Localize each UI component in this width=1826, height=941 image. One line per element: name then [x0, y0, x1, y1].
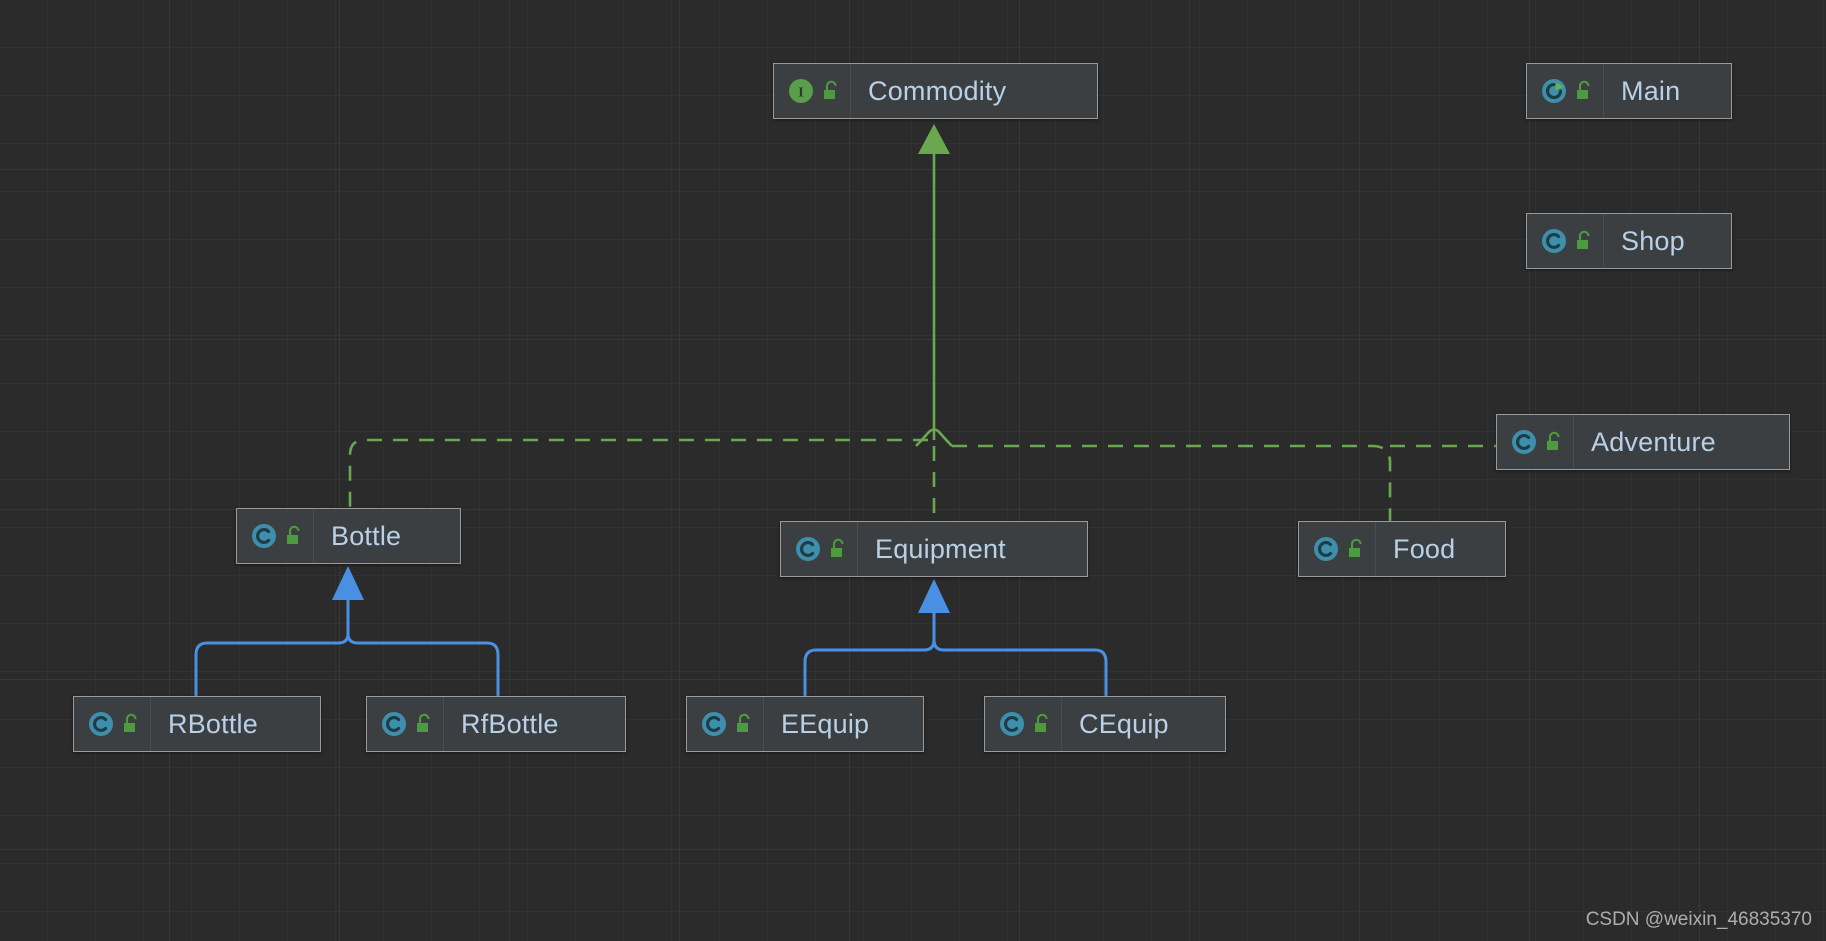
- node-icon-group: [237, 509, 314, 563]
- generalization-branch-rbottle: [194, 633, 350, 696]
- class-icon: [1512, 430, 1536, 454]
- class-icon: [1542, 229, 1566, 253]
- uml-node-label: RfBottle: [461, 708, 559, 739]
- edge-layer: [194, 124, 1496, 696]
- realization-bus-left: [348, 438, 928, 508]
- class-icon: [1000, 712, 1024, 736]
- uml-node-equipment[interactable]: Equipment: [780, 521, 1088, 577]
- class-icon: [382, 712, 406, 736]
- unlocked-padlock-icon: [737, 713, 750, 732]
- uml-node-adventure[interactable]: Adventure: [1496, 414, 1790, 470]
- node-icon-group: [1497, 415, 1574, 469]
- class-icon: [702, 712, 726, 736]
- unlocked-padlock-icon: [417, 713, 430, 732]
- uml-node-label: Shop: [1621, 225, 1685, 256]
- uml-node-rbottle[interactable]: RBottle: [73, 696, 321, 752]
- unlocked-padlock-icon: [287, 525, 300, 544]
- uml-node-label: Main: [1621, 75, 1681, 106]
- realization-arrowhead: [918, 124, 950, 154]
- uml-node-commodity[interactable]: I Commodity: [773, 63, 1098, 119]
- uml-node-rfbottle[interactable]: RfBottle: [366, 696, 626, 752]
- unlocked-padlock-icon: [1349, 538, 1362, 557]
- class-icon: [796, 537, 820, 561]
- node-icon-group: I: [774, 64, 851, 118]
- realization-bus-bridge: [915, 428, 953, 447]
- uml-node-food[interactable]: Food: [1298, 521, 1506, 577]
- class-icon: [252, 524, 276, 548]
- uml-node-shop[interactable]: Shop: [1526, 213, 1732, 269]
- generalization-branch-eequip: [803, 639, 936, 696]
- generalization-branch-cequip: [932, 639, 1108, 696]
- generalization-arrowhead-bottle: [332, 566, 364, 600]
- interface-icon: I: [789, 79, 813, 103]
- class-icon: [89, 712, 113, 736]
- uml-diagram-canvas[interactable]: I Commodity Main Shop Adventure Bottle E…: [0, 0, 1826, 941]
- uml-node-label: Commodity: [868, 75, 1007, 106]
- unlocked-padlock-icon: [1577, 80, 1590, 99]
- node-icon-group: [367, 697, 444, 751]
- uml-node-label: Equipment: [875, 533, 1006, 564]
- unlocked-padlock-icon: [831, 538, 844, 557]
- class-icon: [1314, 537, 1338, 561]
- generalization-branch-rfbottle: [346, 633, 500, 696]
- uml-node-label: Bottle: [331, 520, 402, 551]
- node-icon-group: [1527, 64, 1604, 118]
- uml-node-eequip[interactable]: EEquip: [686, 696, 924, 752]
- unlocked-padlock-icon: [1577, 230, 1590, 249]
- unlocked-padlock-icon: [824, 80, 837, 99]
- generalization-arrowhead-equipment: [918, 579, 950, 613]
- uml-node-label: CEquip: [1079, 708, 1169, 739]
- uml-node-label: EEquip: [781, 708, 870, 739]
- node-icon-group: [1299, 522, 1376, 576]
- node-icon-group: [1527, 214, 1604, 268]
- node-icon-group: [985, 697, 1062, 751]
- uml-node-label: Adventure: [1591, 426, 1716, 457]
- unlocked-padlock-icon: [124, 713, 137, 732]
- uml-node-label: RBottle: [168, 708, 258, 739]
- generalization-edges-equipment: [803, 579, 1108, 696]
- uml-node-main[interactable]: Main: [1526, 63, 1732, 119]
- node-icon-group: [687, 697, 764, 751]
- generalization-edges-bottle: [194, 566, 500, 696]
- node-icon-group: [781, 522, 858, 576]
- realization-bus-right: [952, 444, 1392, 521]
- uml-node-cequip[interactable]: CEquip: [984, 696, 1226, 752]
- realization-edges: [348, 124, 1496, 521]
- class-runnable-icon: [1542, 79, 1566, 103]
- node-icon-group: [74, 697, 151, 751]
- watermark: CSDN @weixin_46835370: [1585, 909, 1812, 930]
- uml-node-label: Food: [1393, 533, 1456, 564]
- unlocked-padlock-icon: [1035, 713, 1048, 732]
- svg-text:I: I: [798, 86, 803, 101]
- uml-node-bottle[interactable]: Bottle: [236, 508, 461, 564]
- unlocked-padlock-icon: [1547, 431, 1560, 450]
